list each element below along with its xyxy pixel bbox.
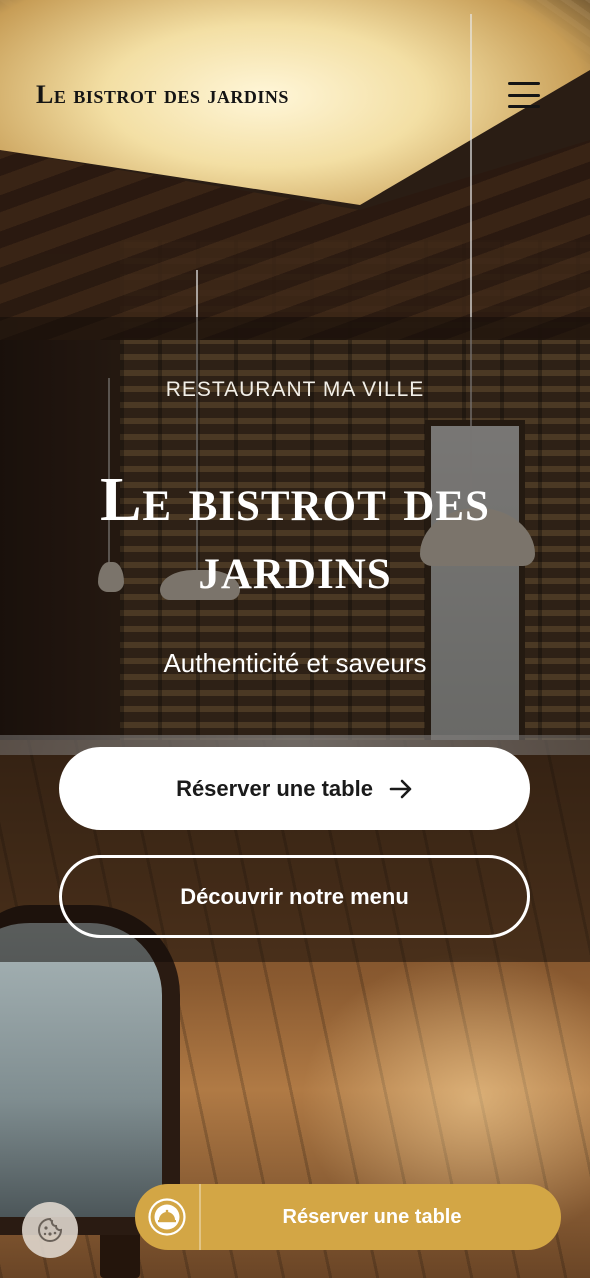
cookie-settings-button[interactable] (22, 1202, 78, 1258)
reserve-table-label: Réserver une table (176, 775, 373, 801)
sticky-reserve-label: Réserver une table (282, 1205, 462, 1228)
discover-menu-label: Découvrir notre menu (180, 883, 409, 909)
menu-line (508, 82, 540, 85)
cloche-icon (148, 1198, 186, 1236)
discover-menu-button[interactable]: Découvrir notre menu (59, 855, 530, 938)
sticky-icon-container (135, 1184, 201, 1250)
sticky-reserve-button[interactable]: Réserver une table (135, 1184, 561, 1250)
hero-eyebrow: RESTAURANT MA VILLE (165, 378, 425, 401)
brand-logo[interactable]: Le bistrot des jardins (36, 80, 289, 110)
arrow-right-icon (389, 779, 412, 798)
menu-line (508, 105, 540, 108)
reserve-table-button[interactable]: Réserver une table (59, 747, 530, 830)
cookie-icon (38, 1217, 63, 1242)
hero-title: Le bistrot des jardins (100, 466, 490, 602)
hero-subtitle: Authenticité et saveurs (163, 648, 427, 678)
site-header: Le bistrot des jardins (0, 0, 590, 190)
hamburger-menu-icon[interactable] (506, 78, 542, 112)
menu-line (508, 93, 540, 97)
